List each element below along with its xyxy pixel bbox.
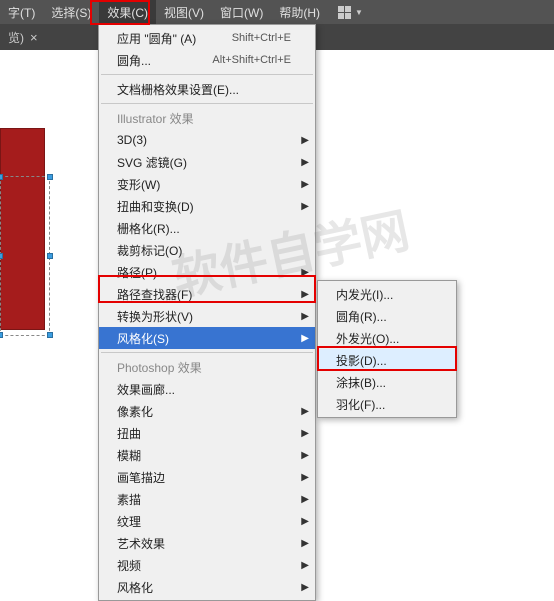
submenu-outer-glow[interactable]: 外发光(O)...	[318, 327, 456, 349]
handle-ml[interactable]	[0, 253, 3, 259]
bounding-box	[0, 176, 50, 336]
separator	[101, 74, 313, 75]
handle-mr[interactable]	[47, 253, 53, 259]
handle-tr[interactable]	[47, 174, 53, 180]
chevron-right-icon: ▶	[301, 428, 309, 439]
menu-help[interactable]: 帮助(H)	[271, 0, 328, 24]
separator	[101, 352, 313, 353]
menu-select[interactable]: 选择(S)	[43, 0, 99, 24]
menu-effect-gallery[interactable]: 效果画廊...	[99, 378, 315, 400]
menu-video[interactable]: 视频▶	[99, 554, 315, 576]
menu-artistic[interactable]: 艺术效果▶	[99, 532, 315, 554]
menu-texture[interactable]: 纹理▶	[99, 510, 315, 532]
tab-label: 览)	[8, 29, 24, 46]
menu-last-effect[interactable]: 圆角... Alt+Shift+Ctrl+E	[99, 49, 315, 71]
menu-path[interactable]: 路径(P)▶	[99, 261, 315, 283]
submenu-scribble[interactable]: 涂抹(B)...	[318, 371, 456, 393]
submenu-feather[interactable]: 羽化(F)...	[318, 393, 456, 415]
menu-blur[interactable]: 模糊▶	[99, 444, 315, 466]
chevron-right-icon: ▶	[301, 267, 309, 278]
chevron-right-icon: ▶	[301, 450, 309, 461]
effect-menu-dropdown: 应用 "圆角" (A) Shift+Ctrl+E 圆角... Alt+Shift…	[98, 24, 316, 601]
chevron-right-icon: ▶	[301, 311, 309, 322]
chevron-right-icon: ▶	[301, 560, 309, 571]
chevron-right-icon: ▶	[301, 157, 309, 168]
menu-doc-raster-settings[interactable]: 文档栅格效果设置(E)...	[99, 78, 315, 100]
chevron-right-icon: ▶	[301, 135, 309, 146]
menu-convert-shape[interactable]: 转换为形状(V)▶	[99, 305, 315, 327]
menu-sketch[interactable]: 素描▶	[99, 488, 315, 510]
chevron-right-icon: ▶	[301, 538, 309, 549]
menu-distort-transform[interactable]: 扭曲和变换(D)▶	[99, 195, 315, 217]
close-icon[interactable]: ×	[30, 30, 38, 45]
handle-br[interactable]	[47, 332, 53, 338]
chevron-right-icon: ▶	[301, 472, 309, 483]
menu-svg-filter[interactable]: SVG 滤镜(G)▶	[99, 151, 315, 173]
menu-crop-marks[interactable]: 裁剪标记(O)	[99, 239, 315, 261]
submenu-round-corners[interactable]: 圆角(R)...	[318, 305, 456, 327]
menu-apply-last[interactable]: 应用 "圆角" (A) Shift+Ctrl+E	[99, 27, 315, 49]
chevron-right-icon: ▶	[301, 201, 309, 212]
menu-type[interactable]: 字(T)	[0, 0, 43, 24]
workspace-switcher[interactable]: ▼	[338, 6, 363, 19]
menu-window[interactable]: 窗口(W)	[212, 0, 271, 24]
menu-distort[interactable]: 扭曲▶	[99, 422, 315, 444]
menu-stylize[interactable]: 风格化(S)▶	[99, 327, 315, 349]
menu-3d[interactable]: 3D(3)▶	[99, 129, 315, 151]
menu-view[interactable]: 视图(V)	[156, 0, 212, 24]
separator	[101, 103, 313, 104]
document-tab[interactable]: 览) ×	[0, 24, 46, 50]
group-header-illustrator: Illustrator 效果	[99, 107, 315, 129]
chevron-right-icon: ▶	[301, 582, 309, 593]
chevron-right-icon: ▶	[301, 406, 309, 417]
menu-effect[interactable]: 效果(C)	[99, 0, 156, 24]
group-header-photoshop: Photoshop 效果	[99, 356, 315, 378]
menu-pathfinder[interactable]: 路径查找器(F)▶	[99, 283, 315, 305]
chevron-right-icon: ▶	[301, 333, 309, 344]
menu-warp[interactable]: 变形(W)▶	[99, 173, 315, 195]
menubar: 字(T) 选择(S) 效果(C) 视图(V) 窗口(W) 帮助(H) ▼	[0, 0, 554, 24]
chevron-right-icon: ▶	[301, 516, 309, 527]
handle-bl[interactable]	[0, 332, 3, 338]
submenu-inner-glow[interactable]: 内发光(I)...	[318, 283, 456, 305]
stylize-submenu: 内发光(I)... 圆角(R)... 外发光(O)... 投影(D)... 涂抹…	[317, 280, 457, 418]
chevron-right-icon: ▶	[301, 179, 309, 190]
menu-pixelate[interactable]: 像素化▶	[99, 400, 315, 422]
menu-rasterize[interactable]: 栅格化(R)...	[99, 217, 315, 239]
menu-brush-strokes[interactable]: 画笔描边▶	[99, 466, 315, 488]
handle-tl[interactable]	[0, 174, 3, 180]
menu-ps-stylize[interactable]: 风格化▶	[99, 576, 315, 598]
canvas-area	[0, 50, 98, 521]
chevron-right-icon: ▶	[301, 289, 309, 300]
chevron-right-icon: ▶	[301, 494, 309, 505]
submenu-drop-shadow[interactable]: 投影(D)...	[318, 349, 456, 371]
